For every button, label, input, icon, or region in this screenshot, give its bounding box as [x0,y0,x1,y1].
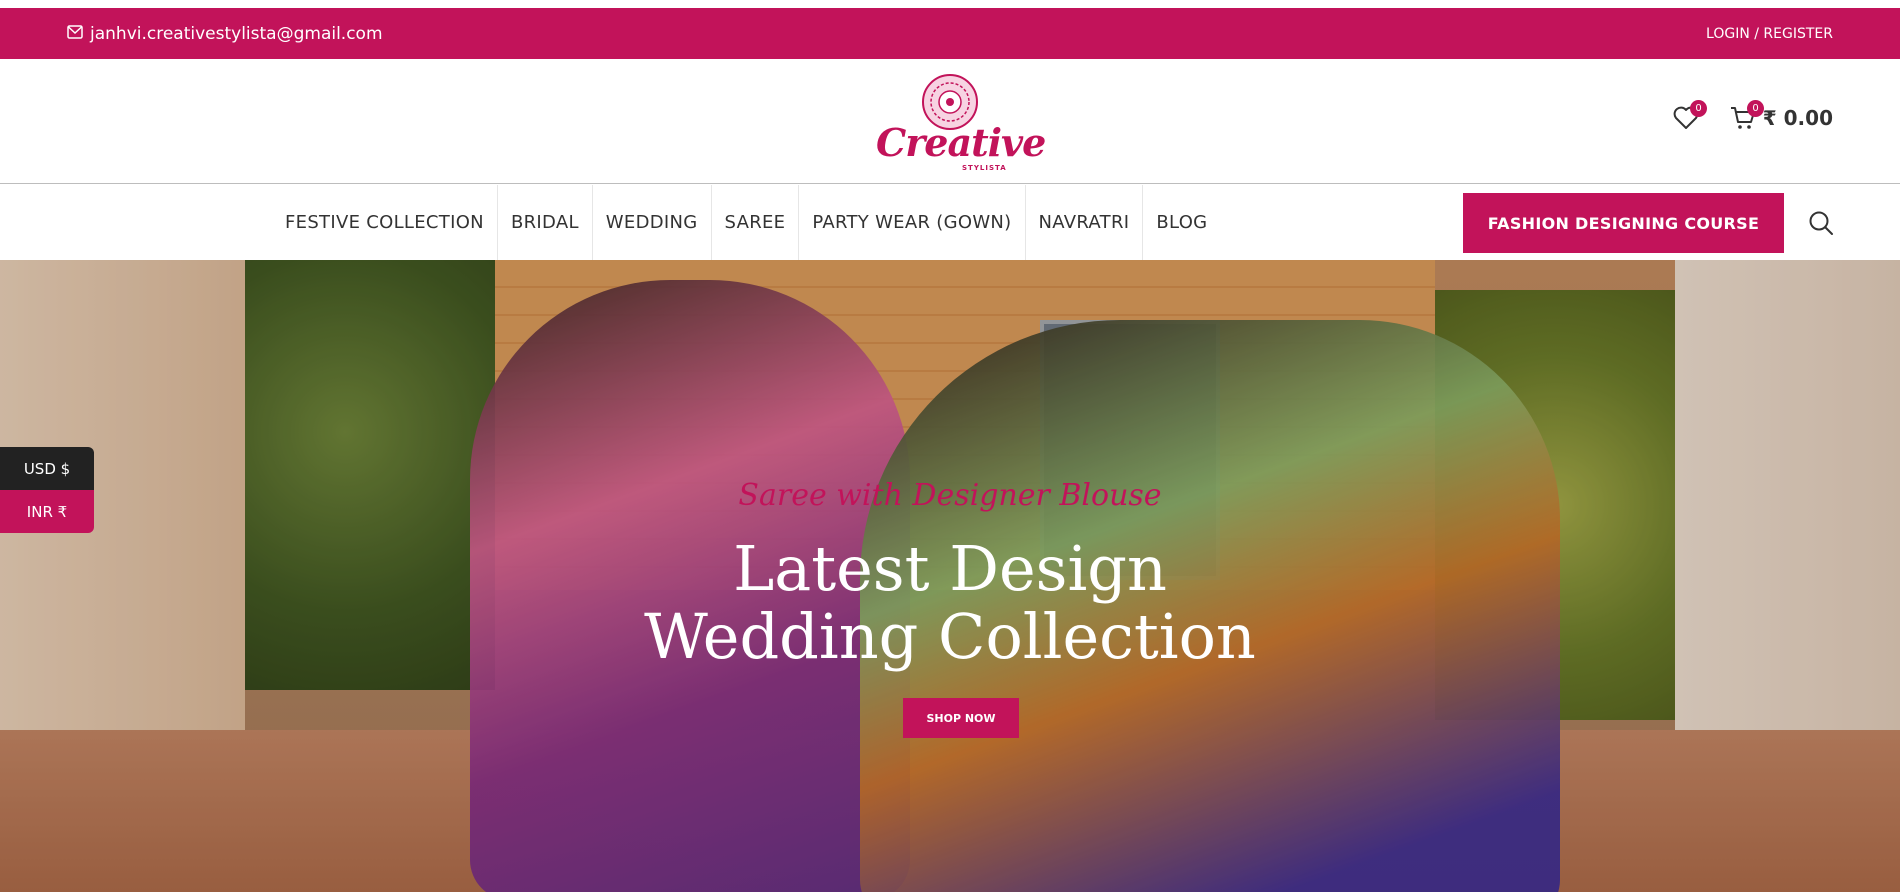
shop-now-button[interactable]: SHOP NOW [903,698,1019,738]
nav-item-party-wear-gown[interactable]: PARTY WEAR (GOWN) [799,185,1026,260]
wishlist-button[interactable]: 0 [1673,100,1707,135]
login-register-link[interactable]: LOGIN / REGISTER [1706,8,1833,59]
wishlist-count-badge: 0 [1690,100,1707,117]
nav-item-blog[interactable]: BLOG [1143,185,1220,260]
fashion-designing-course-button[interactable]: FASHION DESIGNING COURSE [1463,193,1784,253]
logo[interactable]: Creative STYLISTA [876,73,1046,173]
main-nav: FESTIVE COLLECTION BRIDAL WEDDING SAREE … [0,185,1900,260]
nav-item-saree[interactable]: SAREE [712,185,800,260]
header: Creative STYLISTA 0 0 [0,59,1900,184]
hero-tagline: Saree with Designer Blouse [738,478,1162,513]
nav-item-festive-collection[interactable]: FESTIVE COLLECTION [272,185,498,260]
nav-item-bridal[interactable]: BRIDAL [498,185,593,260]
search-icon [1809,211,1833,235]
email-text: janhvi.creativestylista@gmail.com [90,23,383,44]
brand-subtitle: STYLISTA [962,164,1007,172]
cart-count-badge: 0 [1747,100,1764,117]
nav-item-wedding[interactable]: WEDDING [593,185,712,260]
currency-switcher: USD $ INR ₹ [0,447,94,533]
brand-name: Creative [876,120,1046,165]
currency-option-usd[interactable]: USD $ [0,447,94,490]
email-link[interactable]: janhvi.creativestylista@gmail.com [67,8,383,59]
nav-item-navratri[interactable]: NAVRATRI [1026,185,1144,260]
hero-headline-line-1: Latest Design [733,532,1167,605]
cart-total[interactable]: ₹ 0.00 [1763,106,1833,130]
top-bar: janhvi.creativestylista@gmail.com LOGIN … [0,8,1900,59]
mail-icon [67,24,83,44]
nav-menu: FESTIVE COLLECTION BRIDAL WEDDING SAREE … [272,185,1220,260]
currency-option-inr[interactable]: INR ₹ [0,490,94,533]
hero-headline-line-2: Wedding Collection [644,600,1256,673]
search-button[interactable] [1808,210,1834,241]
cart-button[interactable]: 0 [1730,100,1764,135]
